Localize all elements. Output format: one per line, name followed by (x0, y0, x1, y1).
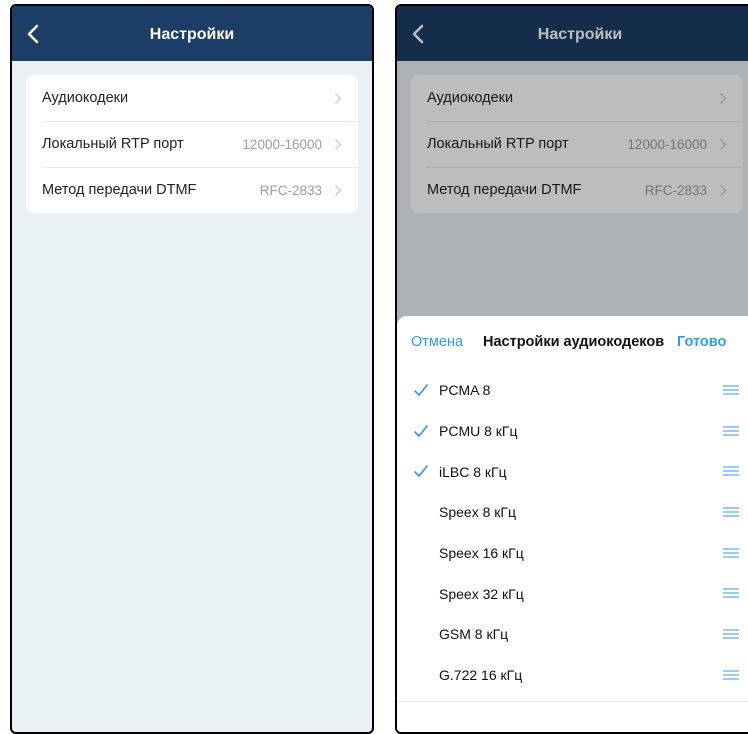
codec-label: iLBC 8 кГц (439, 463, 507, 480)
drag-handle-icon[interactable] (723, 629, 739, 639)
drag-handle-icon[interactable] (723, 548, 739, 558)
page-title: Настройки (149, 26, 235, 43)
drag-handle-icon[interactable] (723, 385, 739, 395)
codec-label: PCMA 8 (439, 382, 491, 399)
divider (397, 701, 748, 702)
drag-handle-icon[interactable] (723, 670, 739, 680)
check-icon (413, 465, 429, 478)
codec-label: Speex 8 кГц (439, 504, 516, 521)
row-value: RFC-2833 (259, 182, 322, 198)
codec-label: Speex 16 кГц (439, 545, 524, 562)
check-icon (413, 424, 429, 437)
codec-item-ilbc[interactable]: iLBC 8 кГц (397, 451, 748, 492)
row-label: Метод передачи DTMF (42, 182, 197, 198)
done-button[interactable]: Готово (677, 334, 726, 350)
settings-row-rtp-port[interactable]: Локальный RTP порт 12000-16000 (26, 121, 358, 167)
sheet-header: Отмена Настройки аудиокодеков Готово (397, 316, 748, 370)
settings-row-audio-codecs[interactable]: Аудиокодеки (26, 75, 358, 121)
codec-item-speex-8[interactable]: Speex 8 кГц (397, 492, 748, 533)
row-label: Локальный RTP порт (42, 136, 184, 152)
codec-item-gsm[interactable]: GSM 8 кГц (397, 614, 748, 655)
settings-screen: Настройки Аудиокодеки Локальный RTP порт… (10, 4, 374, 734)
codec-label: G.722 16 кГц (439, 667, 523, 684)
chevron-right-icon (335, 138, 342, 150)
settings-card: Аудиокодеки Локальный RTP порт 12000-160… (26, 75, 358, 213)
sheet-title: Настройки аудиокодеков (483, 334, 665, 350)
codec-item-g722[interactable]: G.722 16 кГц (397, 655, 748, 696)
audio-codecs-sheet: Отмена Настройки аудиокодеков Готово PCM… (397, 316, 748, 732)
row-value: 12000-16000 (242, 136, 322, 152)
chevron-right-icon (335, 184, 342, 196)
drag-handle-icon[interactable] (723, 466, 739, 476)
codec-label: GSM 8 кГц (439, 626, 509, 643)
codec-item-speex-16[interactable]: Speex 16 кГц (397, 533, 748, 574)
settings-screen-with-sheet: Настройки Аудиокодеки Локальный RTP порт… (395, 4, 748, 734)
codec-item-pcmu[interactable]: PCMU 8 кГц (397, 411, 748, 452)
codec-item-speex-32[interactable]: Speex 32 кГц (397, 573, 748, 614)
check-icon (413, 383, 429, 397)
navigation-bar: Настройки (12, 6, 372, 61)
codec-label: Speex 32 кГц (439, 585, 524, 602)
row-label: Аудиокодеки (42, 90, 129, 106)
chevron-right-icon (335, 92, 342, 104)
drag-handle-icon[interactable] (723, 507, 739, 517)
codec-list: PCMA 8 PCMU 8 кГц iLBC 8 кГц Speex 8 кГц… (397, 370, 748, 696)
drag-handle-icon[interactable] (723, 588, 739, 598)
codec-label: PCMU 8 кГц (439, 423, 518, 440)
codec-item-pcma[interactable]: PCMA 8 (397, 370, 748, 411)
cancel-button[interactable]: Отмена (411, 334, 463, 350)
drag-handle-icon[interactable] (723, 426, 739, 436)
settings-row-dtmf-method[interactable]: Метод передачи DTMF RFC-2833 (26, 167, 358, 213)
